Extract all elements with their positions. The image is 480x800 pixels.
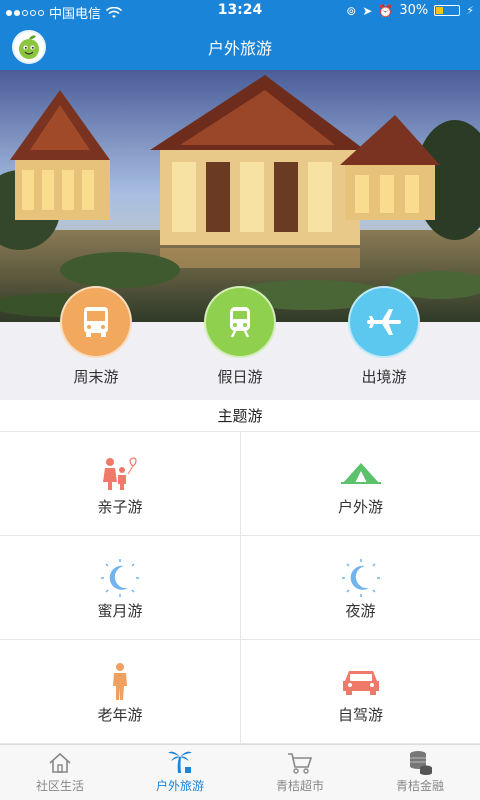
bus-icon (60, 286, 132, 358)
page-title: 户外旅游 (207, 39, 272, 58)
tab-supermarket[interactable]: 青桔超市 (240, 745, 360, 800)
coins-icon (360, 745, 480, 775)
theme-label: 夜游 (345, 602, 376, 620)
quick-link-weekend[interactable]: 周末游 (46, 286, 146, 387)
family-icon (0, 454, 240, 494)
tab-bar: 社区生活 户外旅游 青桔超市 青桔金融 (0, 744, 480, 800)
quick-link-holiday[interactable]: 假日游 (190, 286, 290, 387)
tab-label: 社区生活 (35, 779, 84, 793)
tab-outdoor[interactable]: 户外旅游 (120, 745, 240, 800)
quick-link-label: 出境游 (361, 368, 407, 386)
quick-link-label: 假日游 (217, 368, 263, 386)
theme-night[interactable]: 夜游 (240, 536, 480, 640)
status-bar: 中国电信 13:24 ⊚ ➤ ⏰ 30% ⚡ (0, 0, 480, 22)
top-bar: 中国电信 13:24 ⊚ ➤ ⏰ 30% ⚡ 户外旅游 (0, 0, 480, 70)
charging-icon: ⚡ (466, 4, 474, 17)
theme-label: 亲子游 (97, 498, 143, 516)
theme-label: 自驾游 (337, 706, 383, 724)
theme-self-drive[interactable]: 自驾游 (240, 640, 480, 744)
theme-label: 户外游 (337, 498, 383, 516)
battery-percent: 30% (399, 3, 429, 18)
section-title: 主题游 (0, 400, 480, 432)
alarm-icon: ⏰ (378, 3, 394, 18)
tab-community[interactable]: 社区生活 (0, 745, 120, 800)
cart-icon (240, 745, 360, 775)
hero-banner[interactable] (0, 70, 480, 322)
location-icon: ➤ (362, 3, 373, 18)
tent-icon (241, 454, 480, 494)
home-icon (0, 745, 120, 775)
theme-elderly[interactable]: 老年游 (0, 640, 240, 744)
quick-link-label: 周末游 (73, 368, 119, 386)
moon-icon (241, 558, 480, 598)
tab-finance[interactable]: 青桔金融 (360, 745, 480, 800)
theme-outdoor[interactable]: 户外游 (240, 432, 480, 536)
theme-family[interactable]: 亲子游 (0, 432, 240, 536)
train-icon (204, 286, 276, 358)
tab-label: 青桔超市 (275, 779, 324, 793)
palm-tree-icon (120, 745, 240, 775)
lock-rotation-icon: ⊚ (346, 3, 357, 18)
elder-icon (0, 662, 240, 702)
tab-label: 青桔金融 (395, 779, 444, 793)
airplane-icon (348, 286, 420, 358)
quick-link-overseas[interactable]: 出境游 (334, 286, 434, 387)
moon-icon (0, 558, 240, 598)
theme-honeymoon[interactable]: 蜜月游 (0, 536, 240, 640)
car-icon (241, 662, 480, 702)
battery-icon (434, 5, 461, 16)
theme-label: 蜜月游 (97, 602, 143, 620)
theme-label: 老年游 (97, 706, 143, 724)
tab-label: 户外旅游 (155, 779, 204, 793)
